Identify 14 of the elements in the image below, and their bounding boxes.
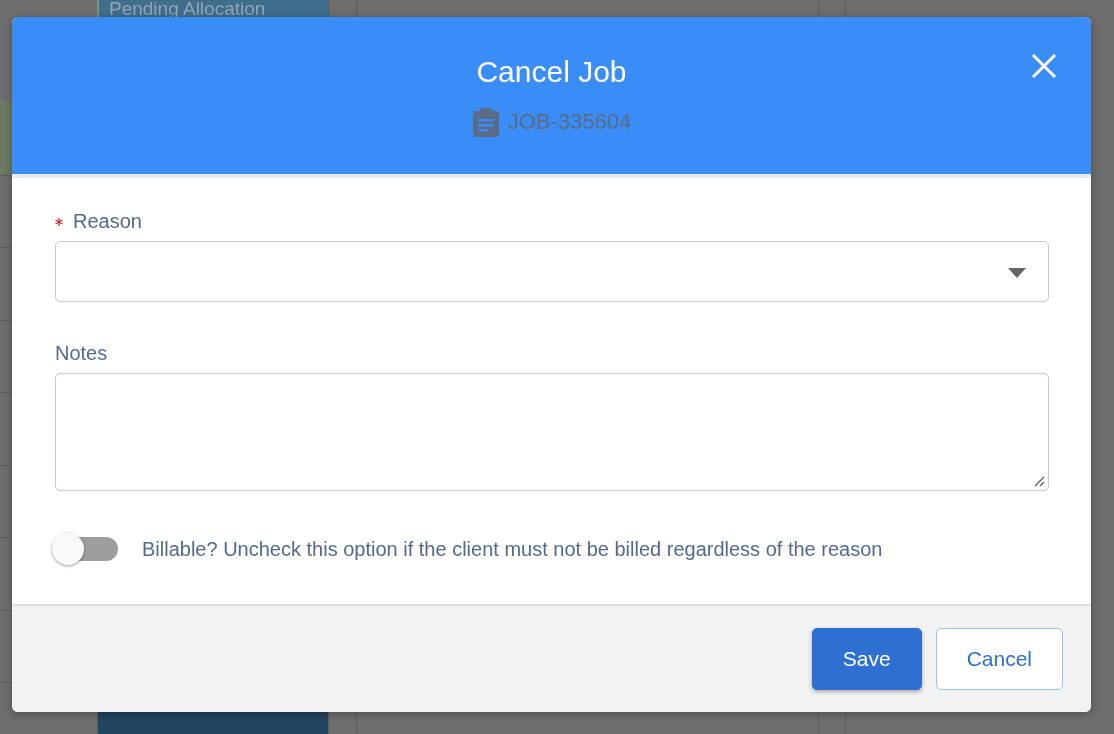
resize-handle-icon[interactable] [1033,475,1045,487]
dialog-title: Cancel Job [476,55,627,89]
billable-label: Billable? Uncheck this option if the client must not be billed regardless of the reason [142,537,883,561]
billable-toggle[interactable] [52,533,120,565]
reason-dropdown[interactable] [55,241,1049,302]
field-label: Reason [73,210,142,233]
save-button[interactable]: Save [811,628,922,690]
job-id: JOB-335604 [507,109,632,135]
close-button[interactable] [1031,53,1057,79]
caret-icon [1008,268,1026,278]
field-label: Notes [55,342,108,365]
cancel-button[interactable]: Cancel [935,628,1063,690]
notes-field[interactable] [55,373,1049,491]
clipboard-icon [471,107,500,137]
